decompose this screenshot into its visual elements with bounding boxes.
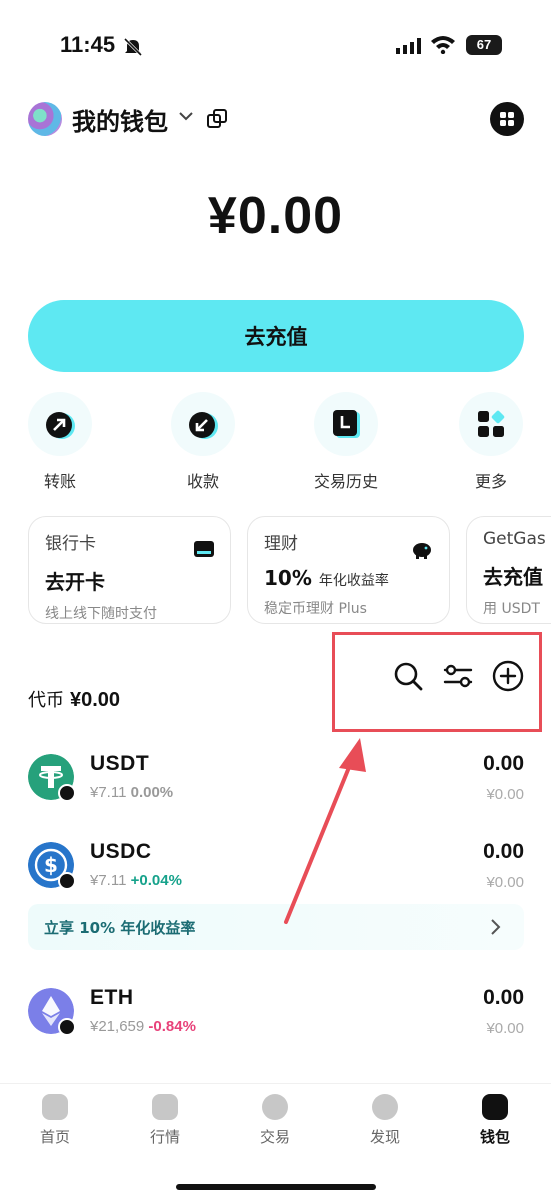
wallet-name[interactable]: 我的钱包 (72, 102, 168, 137)
add-circle-icon[interactable] (491, 659, 525, 693)
filter-settings-icon[interactable] (441, 659, 475, 693)
card-main: 去开卡 (45, 570, 105, 594)
action-label: 交易历史 (313, 472, 378, 491)
copy-icon[interactable] (206, 108, 228, 130)
promo-text: 立享 10% 年化收益率 (44, 919, 196, 937)
tokens-amount: ¥0.00 (70, 689, 121, 711)
yield-promo-banner[interactable]: 立享 10% 年化收益率 (28, 904, 524, 950)
tokens-label: 代币 (28, 690, 64, 711)
apps-grid-button[interactable] (490, 102, 524, 136)
svg-text:$: $ (44, 853, 58, 877)
piggy-bank-icon (413, 543, 431, 559)
receive-arrow-icon (189, 412, 218, 439)
swap-icon (262, 1094, 288, 1120)
bank-card-icon (194, 541, 214, 557)
token-symbol: USDC (90, 840, 152, 863)
send-arrow-icon (46, 412, 75, 439)
chevron-right-icon (491, 919, 501, 935)
token-fiat: ¥0.00 (486, 786, 524, 803)
card-title: 理财 (264, 534, 298, 554)
chevron-down-icon[interactable] (178, 110, 194, 122)
token-price: ¥7.11 0.00% (90, 784, 173, 801)
quick-actions: 转账 收款 交易历史 更多 (0, 392, 551, 492)
token-row-usdt[interactable]: USDT ¥7.11 0.00% 0.00 ¥0.00 (28, 752, 524, 818)
nav-label: 行情 (149, 1128, 180, 1146)
chain-badge-icon (58, 784, 76, 802)
token-balance: 0.00 (483, 840, 524, 863)
card-main: 去充值 (483, 565, 543, 589)
bottom-nav: 首页 行情 交易 发现 钱包 (0, 1084, 551, 1200)
history-icon (333, 410, 360, 438)
token-fiat: ¥0.00 (486, 1020, 524, 1037)
action-history[interactable]: 交易历史 (301, 392, 391, 492)
action-receive[interactable]: 收款 (158, 392, 248, 492)
chain-badge-icon (58, 1018, 76, 1036)
token-price-value: ¥21,659 (90, 1018, 145, 1035)
token-price: ¥21,659 -0.84% (90, 1018, 196, 1035)
card-bank[interactable]: 银行卡 去开卡 线上线下随时支付 (28, 516, 231, 624)
nav-label: 首页 (39, 1128, 70, 1146)
total-balance: ¥0.00 (207, 187, 344, 245)
card-finance[interactable]: 理财 10% 年化收益率 稳定币理财 Plus (247, 516, 450, 624)
more-apps-icon (478, 410, 505, 437)
signal-icon (396, 38, 421, 54)
action-label: 更多 (474, 472, 507, 491)
token-balance: 0.00 (483, 986, 524, 1009)
card-sub: 稳定币理财 Plus (264, 601, 367, 617)
token-change: +0.04% (130, 872, 182, 889)
compass-icon (372, 1094, 398, 1120)
action-label: 收款 (186, 472, 219, 491)
token-change: -0.84% (148, 1018, 196, 1035)
nav-discover[interactable]: 发现 (345, 1094, 425, 1147)
token-tools-highlight (332, 632, 542, 732)
status-time: 11:45 (60, 32, 116, 57)
tokens-header: 代币 ¥0.00 (28, 686, 120, 712)
token-row-usdc[interactable]: $ USDC ¥7.11 +0.04% 0.00 ¥0.00 (28, 840, 524, 906)
card-title: GetGas (483, 529, 546, 549)
card-title: 银行卡 (45, 534, 96, 554)
wallet-icon (482, 1094, 508, 1120)
card-main: 10% 年化收益率 (264, 566, 433, 590)
status-bar: 11:45 67 (0, 28, 551, 64)
nav-label: 交易 (259, 1128, 290, 1146)
token-change: 0.00% (130, 784, 174, 801)
card-rate: 10% (264, 566, 312, 590)
battery-indicator: 67 (466, 35, 502, 55)
token-fiat: ¥0.00 (486, 874, 524, 891)
card-sub: 线上线下随时支付 (45, 606, 157, 622)
home-icon (42, 1094, 68, 1120)
bell-muted-icon (123, 37, 143, 57)
token-row-eth[interactable]: ETH ¥21,659 -0.84% 0.00 ¥0.00 (28, 986, 524, 1052)
nav-trade[interactable]: 交易 (235, 1094, 315, 1147)
action-more[interactable]: 更多 (446, 392, 536, 492)
nav-label: 发现 (369, 1128, 400, 1146)
token-symbol: ETH (90, 986, 134, 1009)
nav-home[interactable]: 首页 (15, 1094, 95, 1147)
token-price-value: ¥7.11 (90, 872, 127, 889)
nav-label: 钱包 (479, 1128, 510, 1146)
grid-icon (500, 112, 514, 126)
nav-wallet[interactable]: 钱包 (455, 1094, 535, 1147)
wifi-icon (431, 36, 455, 54)
recharge-button[interactable]: 去充值 (28, 300, 524, 372)
search-icon[interactable] (391, 659, 425, 693)
feature-cards: 银行卡 去开卡 线上线下随时支付 理财 10% 年化收益率 稳定币理财 Plus… (28, 516, 551, 626)
action-transfer[interactable]: 转账 (15, 392, 105, 492)
token-price-value: ¥7.11 (90, 784, 127, 801)
token-symbol: USDT (90, 752, 150, 775)
chart-icon (152, 1094, 178, 1120)
wallet-header: 我的钱包 (28, 100, 524, 140)
token-balance: 0.00 (483, 752, 524, 775)
avatar[interactable] (28, 102, 62, 136)
nav-market[interactable]: 行情 (125, 1094, 205, 1147)
card-rate-suffix: 年化收益率 (318, 573, 389, 589)
home-indicator (176, 1184, 376, 1190)
action-label: 转账 (43, 472, 76, 491)
card-sub: 用 USDT (483, 601, 540, 617)
card-getgas[interactable]: GetGas 去充值 用 USDT (466, 516, 551, 624)
token-price: ¥7.11 +0.04% (90, 872, 182, 889)
chain-badge-icon (58, 872, 76, 890)
